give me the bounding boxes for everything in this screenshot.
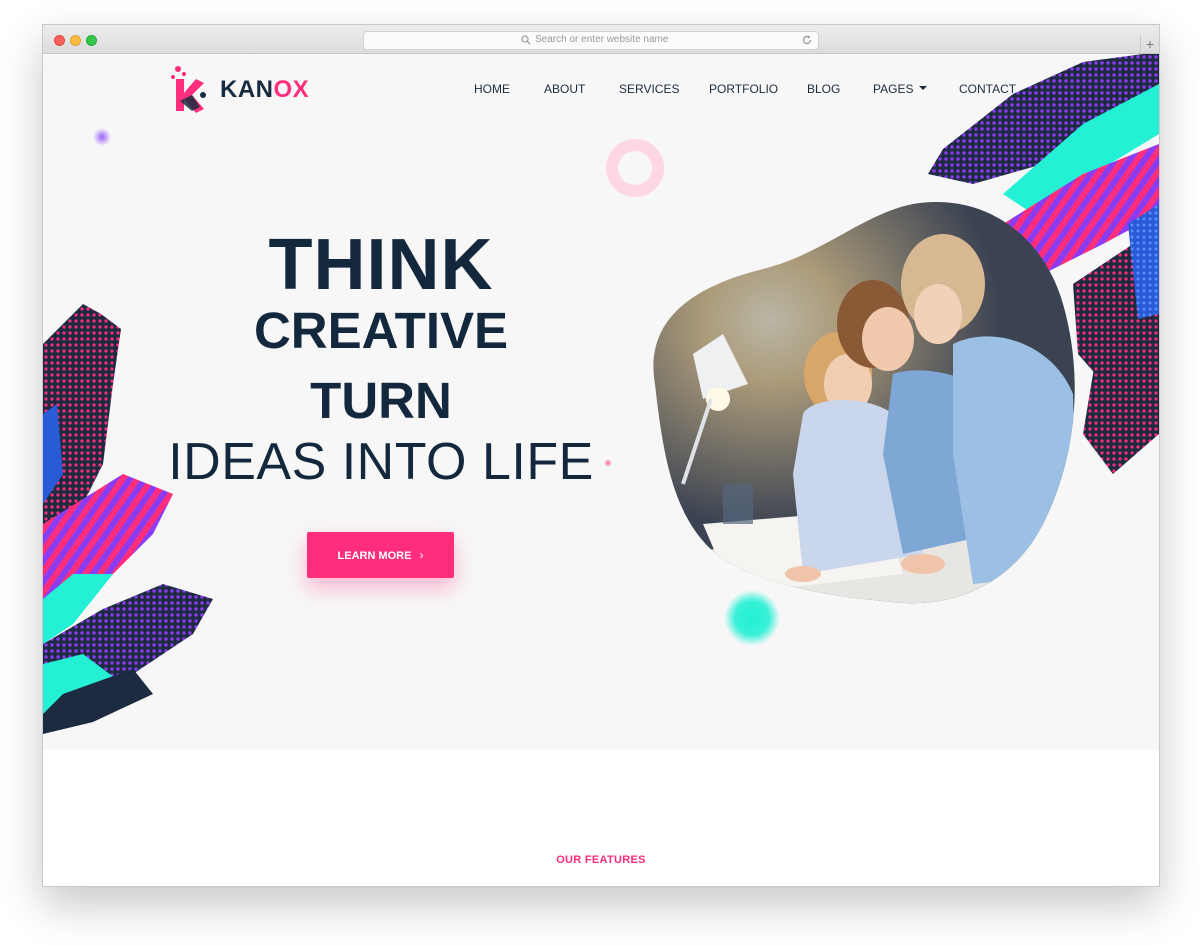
address-bar[interactable]: Search or enter website name — [363, 31, 819, 50]
address-placeholder: Search or enter website name — [535, 34, 669, 45]
close-window-button[interactable] — [54, 35, 65, 46]
nav-home[interactable]: HOME — [474, 82, 510, 96]
page-viewport: KANOX HOME ABOUT SERVICES PORTFOLIO BLOG… — [43, 54, 1159, 886]
caret-down-icon — [919, 85, 928, 90]
nav-blog[interactable]: BLOG — [807, 82, 840, 96]
hero-line-turn: TURN — [310, 372, 452, 429]
learn-more-button[interactable]: LEARN MORE › — [307, 532, 454, 578]
hero-line-creative: CREATIVE — [253, 302, 509, 359]
nav-services[interactable]: SERVICES — [619, 82, 679, 96]
hero-line-ideas: IDEAS INTO LIFE — [168, 433, 594, 491]
nav-pages[interactable]: PAGES — [873, 82, 928, 96]
hero-section: KANOX HOME ABOUT SERVICES PORTFOLIO BLOG… — [43, 54, 1159, 750]
minimize-window-button[interactable] — [70, 35, 81, 46]
browser-titlebar: Search or enter website name + — [43, 25, 1159, 54]
nav-contact[interactable]: CONTACT — [959, 82, 1016, 96]
hero-line-think: THINK — [268, 225, 494, 305]
nav-portfolio[interactable]: PORTFOLIO — [709, 82, 778, 96]
new-tab-button[interactable]: + — [1140, 35, 1159, 53]
learn-more-label: LEARN MORE — [337, 550, 412, 562]
features-eyebrow: OUR FEATURES — [556, 854, 646, 866]
nav-pages-label: PAGES — [873, 82, 914, 96]
chevron-right-icon: › — [419, 548, 424, 562]
main-nav: HOME ABOUT SERVICES PORTFOLIO BLOG PAGES… — [43, 82, 1159, 98]
zoom-window-button[interactable] — [86, 35, 97, 46]
search-icon — [521, 35, 531, 45]
browser-window: Search or enter website name + KANOX HOM… — [42, 24, 1160, 887]
reload-icon[interactable] — [802, 35, 812, 45]
nav-about[interactable]: ABOUT — [544, 82, 585, 96]
